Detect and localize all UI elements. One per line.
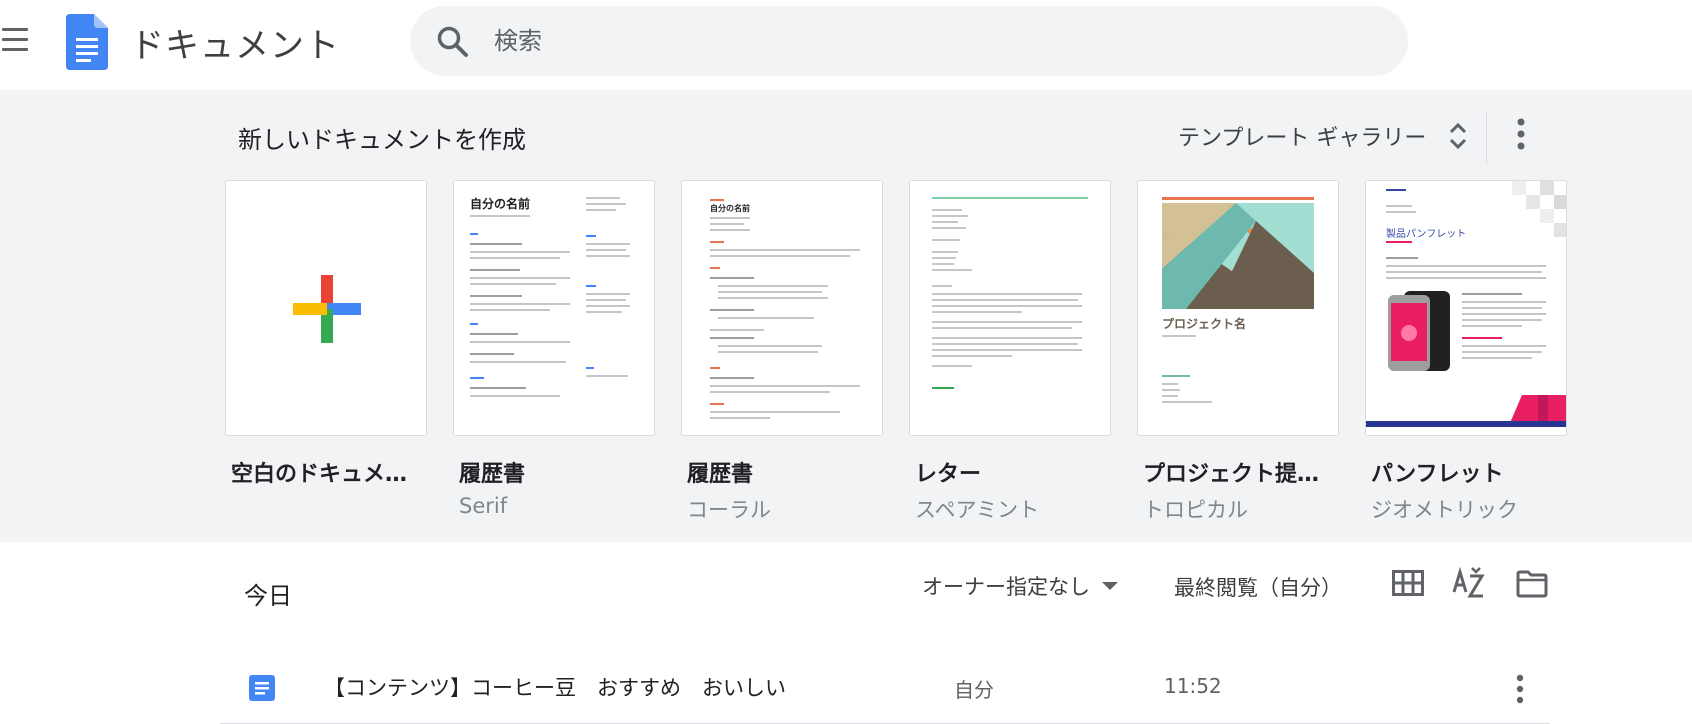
template-subtitle: スペアミント — [915, 498, 1040, 522]
template-name: レター — [915, 462, 982, 487]
template-section-heading: 新しいドキュメントを作成 — [238, 126, 526, 154]
template-section: 新しいドキュメントを作成 テンプレート ギャラリー 空白のドキュメン… 自分の名… — [0, 90, 1692, 542]
template-thumbnail — [225, 180, 427, 436]
arrow-drop-down-icon — [1102, 582, 1118, 590]
owner-filter-dropdown[interactable]: オーナー指定なし — [922, 568, 1118, 604]
template-thumbnail: 製品パンフレット — [1365, 180, 1567, 436]
template-subtitle: コーラル — [687, 498, 771, 522]
search-bar[interactable] — [410, 6, 1408, 76]
file-row[interactable]: 【コンテンツ】コーヒー豆 おすすめ おいしい 自分 11:52 — [220, 648, 1550, 724]
file-owner: 自分 — [954, 678, 994, 702]
template-brochure-geometric[interactable]: 製品パンフレット パンフレット ジオメトリック — [1365, 180, 1567, 524]
app-title[interactable]: ドキュメント — [130, 18, 340, 67]
sort-by-last-opened[interactable]: 最終閲覧（自分） — [1174, 572, 1342, 602]
template-name: プロジェクト提案… — [1143, 462, 1329, 487]
more-vert-icon[interactable] — [1508, 672, 1532, 706]
search-icon[interactable] — [436, 25, 470, 59]
template-name: パンフレット — [1371, 462, 1504, 487]
main-menu-button[interactable] — [0, 24, 32, 56]
thumbnail-title: 自分の名前 — [710, 204, 750, 213]
template-project-proposal-tropical[interactable]: プロジェクト名 プロジェクト提案… トロピカル — [1137, 180, 1339, 524]
thumbnail-title: プロジェクト名 — [1162, 317, 1247, 331]
tropical-cover-image — [1162, 203, 1314, 309]
template-gallery-label: テンプレート ギャラリー — [1178, 126, 1427, 151]
docs-logo-icon[interactable] — [66, 14, 108, 70]
template-blank[interactable]: 空白のドキュメン… — [225, 180, 427, 494]
template-subtitle: トロピカル — [1143, 498, 1248, 522]
template-name: 履歴書 — [687, 462, 754, 487]
hamburger-icon — [2, 28, 28, 31]
template-thumbnail: プロジェクト名 — [1137, 180, 1339, 436]
toolbar-divider — [1486, 112, 1487, 164]
sort-az-icon[interactable] — [1452, 566, 1486, 600]
thumbnail-title: 製品パンフレット — [1386, 229, 1467, 240]
file-name: 【コンテンツ】コーヒー豆 おすすめ おいしい — [324, 676, 786, 700]
plus-icon — [293, 275, 361, 343]
top-bar: ドキュメント — [0, 0, 1692, 88]
more-vert-icon[interactable] — [1508, 114, 1534, 154]
search-input[interactable] — [494, 20, 1354, 62]
grid-view-icon[interactable] — [1392, 570, 1424, 596]
template-name: 空白のドキュメン… — [231, 462, 417, 487]
template-resume-serif[interactable]: 自分の名前 履歴書 Serif — [453, 180, 655, 518]
template-thumbnail: 自分の名前 — [453, 180, 655, 436]
template-resume-coral[interactable]: 自分の名前 履歴書 コーラル — [681, 180, 883, 524]
template-letter-spearmint[interactable]: レター スペアミント — [909, 180, 1111, 524]
geometric-pattern — [1512, 181, 1566, 237]
thumbnail-title: 自分の名前 — [470, 197, 531, 211]
phone-image — [1388, 291, 1450, 371]
template-subtitle: ジオメトリック — [1371, 498, 1518, 522]
template-subtitle: Serif — [459, 494, 508, 518]
recent-section-heading: 今日 — [244, 582, 292, 610]
template-gallery-toggle[interactable]: テンプレート ギャラリー — [1178, 116, 1468, 156]
template-thumbnail — [909, 180, 1111, 436]
template-name: 履歴書 — [459, 462, 526, 487]
template-thumbnail: 自分の名前 — [681, 180, 883, 436]
unfold-icon — [1450, 122, 1467, 150]
docs-file-icon — [249, 675, 275, 701]
folder-icon[interactable] — [1516, 570, 1548, 598]
owner-filter-label: オーナー指定なし — [922, 575, 1090, 599]
file-last-opened: 11:52 — [1164, 674, 1222, 698]
geometric-pattern — [1510, 395, 1566, 423]
